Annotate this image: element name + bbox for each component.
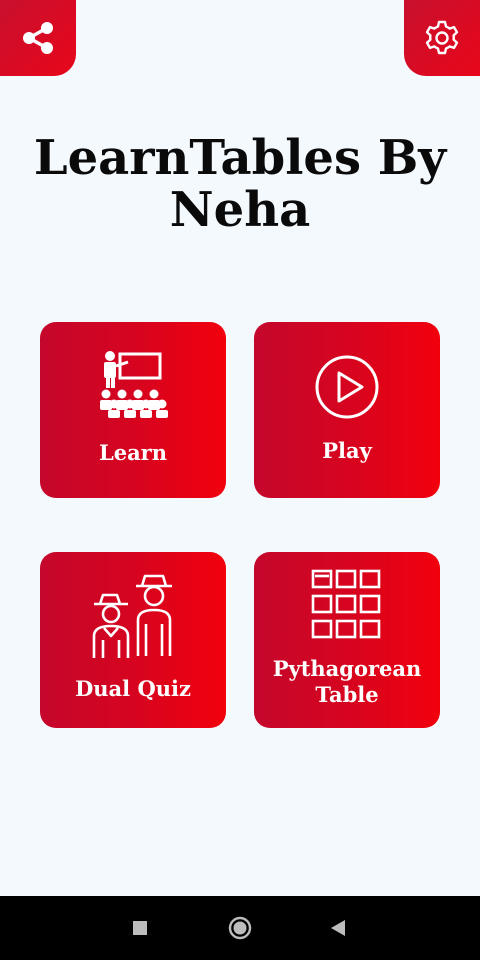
classroom-teacher-icon: [100, 351, 168, 418]
gear-icon: [425, 20, 459, 55]
play-label: Play: [322, 438, 372, 463]
dual-quiz-button[interactable]: Dual Quiz: [40, 552, 226, 728]
circle-icon: [228, 916, 252, 940]
learn-label: Learn: [98, 440, 168, 465]
grid-table-icon: [311, 569, 381, 639]
pythagorean-table-label: Pythagorean Table: [272, 656, 422, 707]
play-button[interactable]: Play: [254, 322, 440, 498]
home-button[interactable]: [210, 896, 270, 960]
learn-button[interactable]: Learn: [40, 322, 226, 498]
recents-button[interactable]: [110, 896, 170, 960]
page-title: LearnTables By Neha: [33, 130, 447, 238]
share-button[interactable]: [0, 0, 76, 76]
square-icon: [133, 921, 147, 935]
triangle-back-icon: [331, 920, 345, 936]
share-icon: [23, 22, 53, 54]
play-circle-icon: [315, 355, 379, 419]
pythagorean-table-button[interactable]: Pythagorean Table: [254, 552, 440, 728]
system-navigation-bar: [0, 896, 480, 960]
dual-quiz-label: Dual Quiz: [75, 676, 191, 701]
back-button[interactable]: [308, 896, 368, 960]
settings-button[interactable]: [404, 0, 480, 76]
two-cowboys-icon: [92, 574, 172, 658]
